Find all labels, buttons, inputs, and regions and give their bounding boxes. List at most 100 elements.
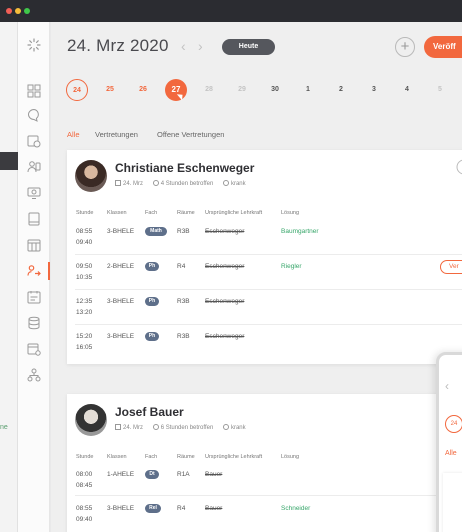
row-time-start: 08:00 [76, 471, 93, 478]
row-substitute[interactable]: Riegler [281, 263, 302, 270]
absence-card: Christiane Eschenweger 24. Mrz 4 Stunden… [67, 150, 462, 364]
publish-button[interactable]: Veröff [424, 36, 462, 58]
col-raeume: Räume [177, 454, 195, 460]
next-day-button[interactable]: › [198, 38, 203, 54]
row-substitute[interactable]: Baumgartner [281, 228, 319, 235]
day-3[interactable]: 3 [363, 79, 385, 101]
row-divider [75, 254, 462, 255]
filter-alle[interactable]: Alle [67, 130, 80, 139]
avatar [75, 160, 107, 192]
row-original-teacher: Eschenweger [205, 228, 245, 235]
filter-offene-vertretungen[interactable]: Offene Vertretungen [157, 130, 224, 139]
col-loesung: Lösung [281, 454, 300, 460]
prev-day-button[interactable]: ‹ [181, 38, 186, 54]
row-klasse: 3-BHELE [107, 298, 135, 305]
row-divider [75, 289, 462, 290]
absence-date: 24. Mrz [123, 181, 144, 187]
row-raum: R1A [177, 471, 190, 478]
loading-spinner-icon [27, 38, 41, 52]
row-divider [75, 495, 462, 496]
mini-day-24[interactable]: 24 [445, 415, 462, 433]
day-5[interactable]: 5 [429, 79, 451, 101]
col-fach: Fach [145, 454, 158, 460]
row-time-start: 08:55 [76, 505, 93, 512]
absence-reason: krank [230, 181, 246, 187]
absence-meta: 24. Mrz 6 Stunden betroffen krank [115, 424, 246, 431]
grid-calendar-icon[interactable] [27, 238, 41, 252]
row-klasse: 3-BHELE [107, 333, 135, 340]
absence-date: 24. Mrz [123, 425, 144, 431]
tablet-icon[interactable] [27, 212, 41, 226]
background-panel: ne [0, 22, 18, 532]
absence-card: Josef Bauer 24. Mrz 6 Stunden betroffen … [67, 394, 462, 532]
row-klasse: 1-AHELE [107, 471, 135, 478]
row-original-teacher: Eschenweger [205, 298, 245, 305]
col-loesung: Lösung [281, 210, 300, 216]
sidebar [18, 22, 50, 532]
avatar [75, 404, 107, 436]
row-raum: R4 [177, 263, 186, 270]
background-panel-text: ne [0, 424, 8, 431]
row-klasse: 3-BHELE [107, 505, 135, 512]
calendar-clock-icon[interactable] [27, 134, 41, 148]
window-titlebar [0, 0, 462, 22]
subject-badge: Ph [145, 262, 159, 271]
database-icon[interactable] [27, 316, 41, 330]
teacher-name: Christiane Eschenweger [115, 161, 255, 175]
substitution-icon[interactable] [27, 264, 41, 278]
subject-badge: Dt [145, 470, 159, 479]
day-28[interactable]: 28 [198, 79, 220, 101]
row-original-teacher: Bauer [205, 505, 223, 512]
back-arrow-icon[interactable]: ‹ [445, 379, 449, 393]
hierarchy-icon[interactable] [27, 368, 41, 382]
subject-badge: Ph [145, 332, 159, 341]
row-raum: R4 [177, 505, 186, 512]
schedule-icon[interactable] [27, 290, 41, 304]
row-original-teacher: Bauer [205, 471, 223, 478]
app-window: ne 24. Mrz 2020 ‹ › Heute + Veröff 24 25… [0, 0, 462, 532]
day-2[interactable]: 2 [330, 79, 352, 101]
row-raum: R3B [177, 333, 190, 340]
row-time-start: 08:55 [76, 228, 93, 235]
maximize-window-icon[interactable] [24, 8, 30, 14]
row-time-start: 09:50 [76, 263, 93, 270]
row-time-start: 12:35 [76, 298, 93, 305]
dashboard-icon[interactable] [27, 84, 41, 98]
today-button[interactable]: Heute [222, 39, 275, 55]
row-substitute[interactable]: Schneider [281, 505, 310, 512]
day-26[interactable]: 26 [132, 79, 154, 101]
close-window-icon[interactable] [6, 8, 12, 14]
clock-icon [152, 180, 159, 186]
day-30[interactable]: 30 [264, 79, 286, 101]
row-original-teacher: Eschenweger [205, 333, 245, 340]
monitor-icon[interactable] [27, 186, 41, 200]
filter-vertretungen[interactable]: Vertretungen [95, 130, 138, 139]
day-25[interactable]: 25 [99, 79, 121, 101]
minimize-window-icon[interactable] [15, 8, 21, 14]
affected-hours: 4 Stunden betroffen [160, 181, 214, 187]
day-24[interactable]: 24 [66, 79, 88, 101]
subject-badge: Ph [145, 297, 159, 306]
day-1[interactable]: 1 [297, 79, 319, 101]
row-klasse: 3-BHELE [107, 228, 135, 235]
subject-badge: Rel [145, 504, 161, 513]
day-29[interactable]: 29 [231, 79, 253, 101]
main-content: 24. Mrz 2020 ‹ › Heute + Veröff 24 25 26… [51, 22, 462, 532]
row-time-end: 13:20 [76, 309, 93, 316]
substitute-button[interactable]: Ver [440, 260, 462, 274]
col-urspruengliche-lehrkraft: Ursprüngliche Lehrkraft [205, 454, 263, 460]
row-raum: R3B [177, 228, 190, 235]
row-time-end: 09:40 [76, 516, 93, 523]
calendar-settings-icon[interactable] [27, 342, 41, 356]
day-4[interactable]: 4 [396, 79, 418, 101]
row-raum: R3B [177, 298, 190, 305]
sidebar-active-indicator [48, 262, 50, 280]
card-toggle-icon[interactable] [456, 159, 462, 175]
chat-icon[interactable] [27, 108, 41, 122]
calendar-icon [115, 180, 121, 186]
add-button[interactable]: + [395, 37, 415, 57]
info-icon [222, 424, 229, 430]
users-icon[interactable] [27, 160, 41, 174]
absence-meta: 24. Mrz 4 Stunden betroffen krank [115, 180, 246, 187]
mini-filter-alle[interactable]: Alle [445, 450, 457, 457]
